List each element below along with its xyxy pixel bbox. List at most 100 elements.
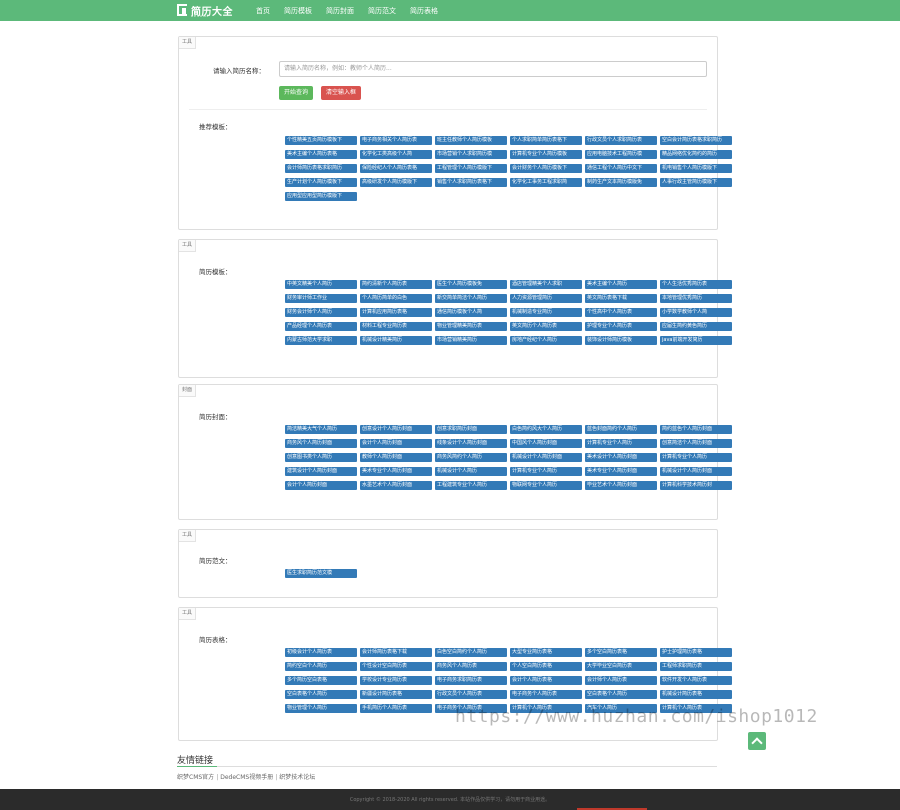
resume-tag-link[interactable]: 电子商务个人简历表 bbox=[510, 690, 582, 699]
nav-item-tables[interactable]: 简历表格 bbox=[410, 6, 438, 16]
resume-tag-link[interactable]: 通信工程个人简历中文下 bbox=[585, 164, 657, 173]
resume-tag-link[interactable]: 房地产经纪个人简历 bbox=[510, 336, 582, 345]
resume-tag-link[interactable]: 计算机专业个人简历 bbox=[510, 467, 582, 476]
resume-tag-link[interactable]: 计算机专业个人简历模板 bbox=[510, 150, 582, 159]
resume-tag-link[interactable]: 教师个人简历封面 bbox=[360, 453, 432, 462]
resume-tag-link[interactable]: 学校设计专业简历表 bbox=[360, 676, 432, 685]
resume-tag-link[interactable]: 美术专业个人简历封面 bbox=[360, 467, 432, 476]
resume-tag-link[interactable]: 机械设计个人简历 bbox=[435, 467, 507, 476]
resume-tag-link[interactable]: 商务风个人简历表 bbox=[435, 662, 507, 671]
resume-tag-link[interactable]: 本地管理优秀简历 bbox=[660, 294, 732, 303]
resume-tag-link[interactable]: 多个空白简历表格 bbox=[585, 648, 657, 657]
resume-tag-link[interactable]: 创意简洁个人简历封面 bbox=[660, 439, 732, 448]
resume-tag-link[interactable]: 会计个人简历封面 bbox=[360, 439, 432, 448]
resume-tag-link[interactable]: 机械设计简历表格 bbox=[660, 690, 732, 699]
resume-tag-link[interactable]: 物业管理个人简历 bbox=[285, 704, 357, 713]
resume-tag-link[interactable]: 机电销售个人简历模版下 bbox=[660, 164, 732, 173]
resume-tag-link[interactable]: 会计个人简历表格 bbox=[510, 676, 582, 685]
resume-tag-link[interactable]: 美术主编个人简历 bbox=[585, 280, 657, 289]
resume-tag-link[interactable]: 会计师简历表格求职简历 bbox=[285, 164, 357, 173]
resume-tag-link[interactable]: 财务会计师个人简历 bbox=[285, 308, 357, 317]
resume-tag-link[interactable]: 英文简历个人简历表 bbox=[510, 322, 582, 331]
resume-tag-link[interactable]: 个人空白简历表格 bbox=[510, 662, 582, 671]
resume-tag-link[interactable]: 小学数学教师个人简 bbox=[660, 308, 732, 317]
resume-tag-link[interactable]: 人事行政主管简历模版下 bbox=[660, 178, 732, 187]
resume-tag-link[interactable]: 美术主编个人简历表格 bbox=[285, 150, 357, 159]
clear-input-button[interactable]: 清空输入框 bbox=[321, 86, 362, 100]
resume-tag-link[interactable]: 个人简历简单的白色 bbox=[360, 294, 432, 303]
resume-tag-link[interactable]: 空白表格个人简历 bbox=[285, 690, 357, 699]
resume-tag-link[interactable]: 毕业艺术个人简历封面 bbox=[585, 481, 657, 490]
resume-tag-link[interactable]: 初级会计个人简历表 bbox=[285, 648, 357, 657]
resume-tag-link[interactable]: java前端开发简历 bbox=[660, 336, 732, 345]
resume-tag-link[interactable]: 工程建筑专业个人简历 bbox=[435, 481, 507, 490]
resume-tag-link[interactable]: 建筑设计个人简历封面 bbox=[285, 467, 357, 476]
resume-tag-link[interactable]: 工程师求职简历表 bbox=[660, 662, 732, 671]
friend-link[interactable]: 织梦技术论坛 bbox=[279, 774, 315, 781]
resume-tag-link[interactable]: 美术专业个人简历封面 bbox=[585, 467, 657, 476]
search-button[interactable]: 开始查询 bbox=[279, 86, 314, 100]
resume-tag-link[interactable]: 白色简约风大个人简历 bbox=[510, 425, 582, 434]
resume-tag-link[interactable]: 会计财务个人简历模板下 bbox=[510, 164, 582, 173]
resume-tag-link[interactable]: 简约清新个人简历表 bbox=[360, 280, 432, 289]
resume-tag-link[interactable]: 工程管理个人简历模版下 bbox=[435, 164, 507, 173]
resume-tag-link[interactable]: 个人求职简单简历表格下 bbox=[510, 136, 582, 145]
resume-tag-link[interactable]: 会计个人简历封面 bbox=[285, 481, 357, 490]
resume-tag-link[interactable]: 精品网络优化简约的简历 bbox=[660, 150, 732, 159]
resume-tag-link[interactable]: 化学化工类高级个人简 bbox=[360, 150, 432, 159]
resume-tag-link[interactable]: 市场营销精美简历 bbox=[435, 336, 507, 345]
resume-tag-link[interactable]: 软件开发个人简历表 bbox=[660, 676, 732, 685]
resume-tag-link[interactable]: 机械制造专业简历 bbox=[510, 308, 582, 317]
resume-tag-link[interactable]: 大型专业简历表格 bbox=[510, 648, 582, 657]
resume-tag-link[interactable]: 会计师个人简历表 bbox=[585, 676, 657, 685]
resume-tag-link[interactable]: 简约蓝色个人简历封面 bbox=[660, 425, 732, 434]
resume-tag-link[interactable]: 制药生产文本简历模版免 bbox=[585, 178, 657, 187]
nav-item-home[interactable]: 首页 bbox=[256, 6, 270, 16]
resume-tag-link[interactable]: 英文简历表格下载 bbox=[585, 294, 657, 303]
resume-tag-link[interactable]: 内蒙古师范大学求职 bbox=[285, 336, 357, 345]
friend-link[interactable]: DedeCMS视频手册 bbox=[220, 774, 273, 781]
resume-tag-link[interactable]: 个人生活优秀简历表 bbox=[660, 280, 732, 289]
resume-tag-link[interactable]: 创意求职简历封面 bbox=[435, 425, 507, 434]
resume-tag-link[interactable]: 多个简历空白表格 bbox=[285, 676, 357, 685]
resume-tag-link[interactable]: 创意设计个人简历封面 bbox=[360, 425, 432, 434]
nav-item-templates[interactable]: 简历模板 bbox=[284, 6, 312, 16]
resume-tag-link[interactable]: 商务风个人简历封面 bbox=[285, 439, 357, 448]
resume-tag-link[interactable]: 医生求职简历范文模 bbox=[285, 569, 357, 578]
resume-tag-link[interactable]: 应届生简约黄色简历 bbox=[660, 322, 732, 331]
resume-tag-link[interactable]: 线条设计个人简历封面 bbox=[435, 439, 507, 448]
back-to-top-icon[interactable] bbox=[748, 732, 766, 750]
resume-tag-link[interactable]: 创意图书类个人简历 bbox=[285, 453, 357, 462]
resume-tag-link[interactable]: 白色空白简约个人简历 bbox=[435, 648, 507, 657]
resume-tag-link[interactable]: 机械设计个人简历封面 bbox=[660, 467, 732, 476]
resume-tag-link[interactable]: 销售个人求职简历表格下 bbox=[435, 178, 507, 187]
resume-tag-link[interactable]: 生产计划个人简历模板下 bbox=[285, 178, 357, 187]
resume-tag-link[interactable]: 商务风简约个人简历 bbox=[435, 453, 507, 462]
resume-tag-link[interactable]: 市场营销个人求职简历模 bbox=[435, 150, 507, 159]
resume-tag-link[interactable]: 酒店管理精美个人求职 bbox=[510, 280, 582, 289]
resume-tag-link[interactable]: 物联网专业个人简历 bbox=[510, 481, 582, 490]
resume-tag-link[interactable]: 行政文员个人求职简历表 bbox=[585, 136, 657, 145]
resume-tag-link[interactable]: 应用型应用型简历模版下 bbox=[285, 192, 357, 201]
resume-tag-link[interactable]: 计算机专业个人简历 bbox=[660, 453, 732, 462]
resume-tag-link[interactable]: 应用电脑技术工程简历模 bbox=[585, 150, 657, 159]
resume-tag-link[interactable]: 装饰设计师简历模板 bbox=[585, 336, 657, 345]
resume-tag-link[interactable]: 新交简单简洁个人简历 bbox=[435, 294, 507, 303]
resume-tag-link[interactable]: 医生个人简历模板免 bbox=[435, 280, 507, 289]
resume-tag-link[interactable]: 计算机专业个人简历 bbox=[585, 439, 657, 448]
resume-tag-link[interactable]: 化学化工事务工程求职简 bbox=[510, 178, 582, 187]
resume-tag-link[interactable]: 简约空白个人简历 bbox=[285, 662, 357, 671]
resume-tag-link[interactable]: 产品经理个人简历表 bbox=[285, 322, 357, 331]
resume-tag-link[interactable]: 行政文员个人简历表 bbox=[435, 690, 507, 699]
resume-tag-link[interactable]: 保险经纪人个人简历表格 bbox=[360, 164, 432, 173]
resume-tag-link[interactable]: 美术设计个人简历封面 bbox=[585, 453, 657, 462]
resume-tag-link[interactable]: 空白会计简历表格求职简历 bbox=[660, 136, 732, 145]
resume-tag-link[interactable]: 电子商务相关个人简历表 bbox=[360, 136, 432, 145]
resume-tag-link[interactable]: 个性设计空白简历表 bbox=[360, 662, 432, 671]
resume-tag-link[interactable]: 简洁精美大气个人简历 bbox=[285, 425, 357, 434]
resume-tag-link[interactable]: 新疆设计简历表格 bbox=[360, 690, 432, 699]
resume-tag-link[interactable]: 机械设计精美简历 bbox=[360, 336, 432, 345]
site-logo[interactable]: 简历大全 RESUME bbox=[177, 3, 247, 18]
resume-tag-link[interactable]: 会计师简历表格下载 bbox=[360, 648, 432, 657]
resume-tag-link[interactable]: 大学毕业空白简历表 bbox=[585, 662, 657, 671]
